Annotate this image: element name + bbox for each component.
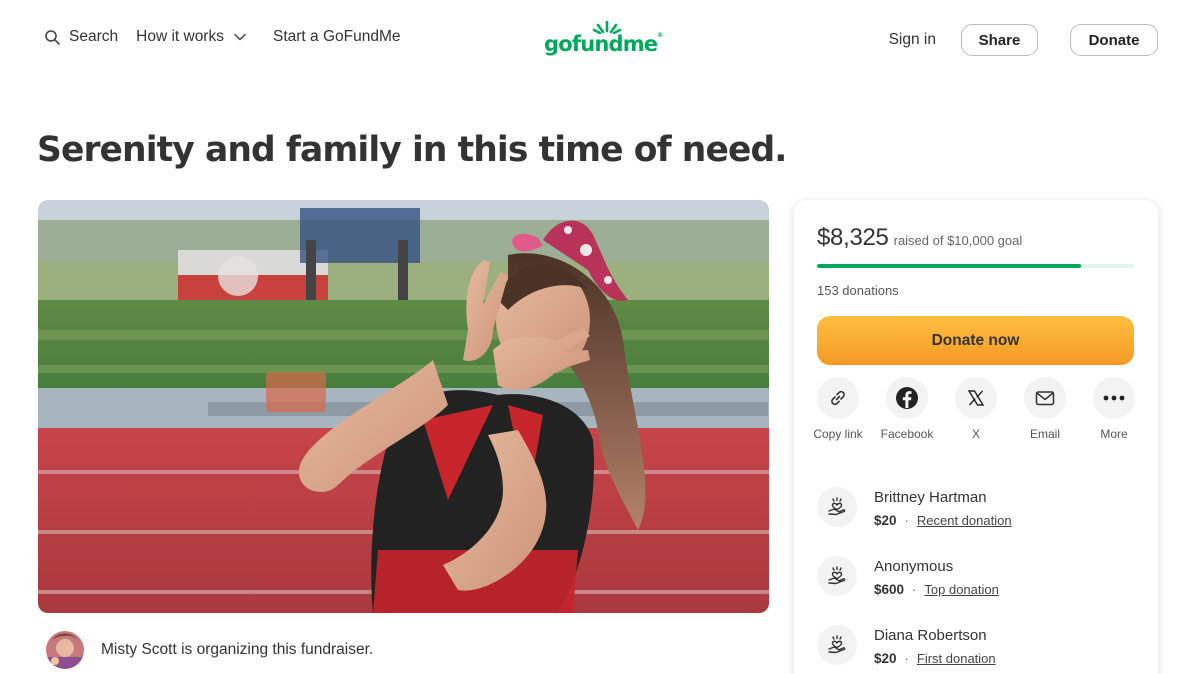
header-donate-button[interactable]: Donate <box>1070 24 1158 56</box>
share-email[interactable]: Email <box>1014 377 1076 442</box>
recent-donation-link[interactable]: Recent donation <box>917 513 1012 528</box>
share-label-email: Email <box>1029 427 1060 441</box>
chevron-down-icon <box>233 30 247 44</box>
sign-in-link[interactable]: Sign in <box>889 31 936 49</box>
top-navigation: Search How it works Start a GoFundMe gof… <box>0 0 1200 80</box>
hero-photo-illustration <box>38 200 769 613</box>
share-label-x: X <box>971 427 980 441</box>
logo-text: gofundme <box>544 32 658 56</box>
donation-details: Diana Robertson $20 · First donation <box>874 625 996 674</box>
search-link[interactable]: Search <box>44 28 118 46</box>
search-label: Search <box>69 28 119 45</box>
share-options: Copy link Facebook X Email More <box>807 377 1145 442</box>
separator-dot: · <box>904 513 909 528</box>
share-label-facebook: Facebook <box>880 427 934 441</box>
search-icon <box>44 29 61 46</box>
separator-dot: · <box>912 582 917 597</box>
organizer-avatar[interactable] <box>46 631 84 669</box>
donation-meta: $20 · First donation <box>874 651 996 666</box>
share-x[interactable]: X <box>945 377 1007 442</box>
organizer-text: Misty Scott is organizing this fundraise… <box>101 641 374 658</box>
fundraiser-title: Serenity and family in this time of need… <box>37 130 787 170</box>
x-icon <box>967 390 985 406</box>
top-donation-link[interactable]: Top donation <box>924 582 998 597</box>
raised-goal-text: raised of $10,000 goal <box>893 233 1023 248</box>
nav-left-group: Search How it works Start a GoFundMe <box>44 28 401 46</box>
raised-summary: $8,325 raised of $10,000 goal <box>817 224 1022 252</box>
heart-hand-icon <box>817 556 857 596</box>
donation-amount: $20 <box>874 651 897 666</box>
progress-bar <box>817 264 1134 268</box>
donation-meta: $20 · Recent donation <box>874 513 1012 528</box>
donation-amount: $600 <box>874 582 905 597</box>
organizer-row: Misty Scott is organizing this fundraise… <box>46 631 373 669</box>
heart-hand-icon <box>817 487 857 527</box>
nav-right-group: Sign in Share Donate <box>889 24 1158 56</box>
share-label-more: More <box>1100 427 1128 441</box>
donation-list-item: Diana Robertson $20 · First donation <box>817 625 1134 674</box>
progress-bar-fill <box>817 264 1081 268</box>
start-fundraiser-link[interactable]: Start a GoFundMe <box>273 28 401 46</box>
share-more-circle <box>1093 377 1135 419</box>
donation-list-item: Anonymous $600 · Top donation <box>817 556 1134 625</box>
separator-dot: · <box>904 651 909 666</box>
share-copy-link[interactable]: Copy link <box>807 377 869 442</box>
donation-details: Anonymous $600 · Top donation <box>874 556 999 625</box>
raised-amount: $8,325 <box>817 224 889 251</box>
share-x-circle <box>955 377 997 419</box>
mail-icon <box>1035 391 1055 406</box>
share-copy-link-circle <box>817 377 859 419</box>
link-icon <box>831 390 845 406</box>
donation-card: $8,325 raised of $10,000 goal 153 donati… <box>794 200 1158 674</box>
how-it-works-menu[interactable]: How it works <box>136 28 247 46</box>
share-email-circle <box>1024 377 1066 419</box>
gofundme-logo[interactable]: gofundme® <box>542 20 663 62</box>
donation-list-item: Brittney Hartman $20 · Recent donation <box>817 487 1134 556</box>
donate-now-button[interactable]: Donate now <box>817 316 1134 365</box>
start-fundraiser-label: Start a GoFundMe <box>272 28 401 45</box>
share-more[interactable]: More <box>1083 377 1145 442</box>
more-icon <box>1103 395 1125 401</box>
donation-amount: $20 <box>874 513 897 528</box>
donation-count: 153 donations <box>817 283 899 298</box>
first-donation-link[interactable]: First donation <box>917 651 996 666</box>
share-facebook-circle <box>886 377 928 419</box>
fundraiser-hero-image[interactable] <box>38 200 769 613</box>
logo-wordmark: gofundme® <box>544 32 664 56</box>
heart-hand-icon <box>817 625 857 665</box>
recent-donations-list: Brittney Hartman $20 · Recent donation A… <box>817 487 1134 674</box>
header-share-button[interactable]: Share <box>961 24 1038 56</box>
donor-name: Anonymous <box>874 558 954 575</box>
donation-meta: $600 · Top donation <box>874 582 999 597</box>
how-it-works-label: How it works <box>136 28 224 45</box>
donor-name: Diana Robertson <box>874 627 987 644</box>
donor-name: Brittney Hartman <box>874 489 987 506</box>
share-label-copy-link: Copy link <box>813 427 863 441</box>
donation-details: Brittney Hartman $20 · Recent donation <box>874 487 1012 556</box>
facebook-icon <box>896 387 918 409</box>
share-facebook[interactable]: Facebook <box>876 377 938 442</box>
